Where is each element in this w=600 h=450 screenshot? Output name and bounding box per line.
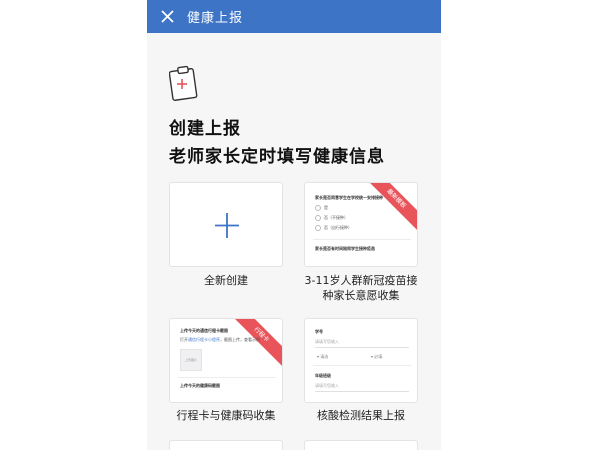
phone-screen: 健康上报 创建上报 老师家长定时填写健康信息 全新创建 最新模板 家长是否同意学… bbox=[147, 0, 441, 450]
divider bbox=[313, 365, 411, 366]
template-card-more[interactable] bbox=[169, 440, 283, 450]
preview-title: 上传今天的通信行程卡截图 bbox=[180, 328, 228, 333]
new-template-ribbon: 最新模板 bbox=[359, 183, 417, 236]
template-card-travel[interactable]: 行程卡 上传今天的通信行程卡截图 打开通信行程卡小程序，截图上传，查看示例 上传… bbox=[169, 318, 283, 403]
preview-title: 上传今天的健康码截图 bbox=[180, 383, 220, 388]
close-icon bbox=[160, 10, 174, 23]
preview-field-label: 年级班级 bbox=[315, 373, 331, 378]
template-caption-travel: 行程卡与健康码收集 bbox=[176, 409, 276, 422]
input-underline bbox=[315, 347, 409, 348]
preview-select: ▾ 必填 bbox=[371, 354, 383, 359]
preview-placeholder: 请填写您输入 bbox=[315, 339, 339, 344]
page-title: 健康上报 bbox=[187, 11, 244, 26]
upload-placeholder: 上传图片 bbox=[180, 349, 202, 371]
preview-question: 家长是否同意学生在学校统一安排接种 bbox=[315, 195, 383, 200]
travel-ribbon: 行程卡 bbox=[224, 319, 282, 372]
preview-placeholder: 请填写您输入 bbox=[315, 383, 339, 388]
divider bbox=[313, 239, 411, 240]
hero-title: 创建上报 bbox=[169, 119, 241, 139]
template-card-new[interactable] bbox=[169, 182, 283, 267]
preview-question: 家长是否有时间陪同学生接种疫苗 bbox=[315, 246, 375, 251]
template-caption-nucleic: 核酸检测结果上报 bbox=[317, 409, 405, 422]
preview-field-label: 学号 bbox=[315, 329, 323, 334]
preview-option: 是 bbox=[315, 205, 328, 211]
plus-icon bbox=[215, 213, 239, 238]
template-caption-new: 全新创建 bbox=[204, 274, 248, 287]
preview-option: 否（不接种） bbox=[315, 215, 348, 221]
template-card-vaccine[interactable]: 最新模板 家长是否同意学生在学校统一安排接种 是 否（不接种） 否（自行接种） … bbox=[304, 182, 418, 267]
clipboard-icon bbox=[169, 65, 198, 101]
preview-option: 否（自行接种） bbox=[315, 225, 352, 231]
template-card-more[interactable] bbox=[304, 440, 418, 450]
close-button[interactable] bbox=[153, 0, 181, 33]
template-card-nucleic[interactable]: 学号 请填写您输入 ▾ 请选 ▾ 必填 年级班级 请填写您输入 bbox=[304, 318, 418, 403]
template-caption-vaccine: 3-11岁人群新冠疫苗接 种家长意愿收集 bbox=[304, 274, 418, 302]
divider bbox=[178, 377, 276, 378]
input-underline bbox=[315, 391, 409, 392]
preview-select: ▾ 请选 bbox=[317, 354, 329, 359]
header-bar: 健康上报 bbox=[147, 0, 441, 33]
preview-hint: 打开通信行程卡小程序，截图上传，查看示例 bbox=[180, 337, 260, 342]
hero-subtitle: 老师家长定时填写健康信息 bbox=[169, 147, 385, 167]
